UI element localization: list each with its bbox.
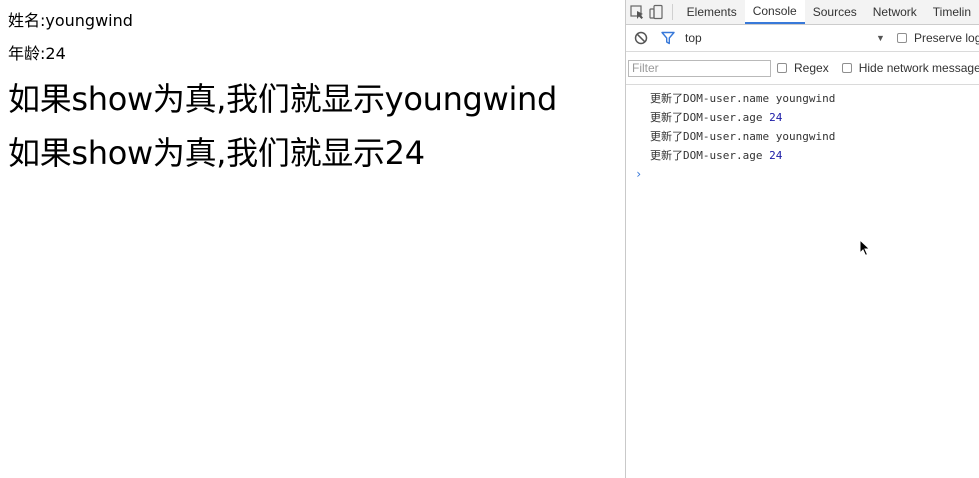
console-log-line: 更新了DOM-user.age 24 [626,146,979,165]
show-age-heading: 如果show为真,我们就显示24 [8,134,425,172]
filter-funnel-icon[interactable] [661,31,675,45]
devtools-tabbar: Elements Console Sources Network Timelin [626,0,979,25]
tab-console[interactable]: Console [744,0,805,24]
context-dropdown-arrow-icon[interactable]: ▼ [876,33,885,43]
preserve-log-option[interactable]: Preserve log [897,31,979,45]
regex-option[interactable]: Regex [777,61,829,75]
name-text: 姓名:youngwind [8,11,133,30]
age-text: 年龄:24 [8,44,66,63]
show-name-heading: 如果show为真,我们就显示youngwind [8,80,558,118]
console-log-line: 更新了DOM-user.name youngwind [626,127,979,146]
devtools-panel: Elements Console Sources Network Timelin… [625,0,979,478]
prompt-chevron-icon: › [635,167,643,181]
hide-network-option[interactable]: Hide network messages [841,61,979,75]
console-log-line: 更新了DOM-user.name youngwind [626,89,979,108]
console-toolbar: top ▼ Preserve log [626,25,979,52]
webpage-viewport: 姓名:youngwind 年龄:24 如果show为真,我们就显示youngwi… [0,0,625,478]
context-selector[interactable]: top [685,31,702,45]
log-number: 24 [769,111,783,124]
tab-elements[interactable]: Elements [679,0,745,24]
console-filter-bar: Regex Hide network messages [626,52,979,85]
mouse-pointer-icon [859,238,871,260]
tab-network[interactable]: Network [865,0,925,24]
log-text: 更新了DOM-user.age [650,111,770,124]
tab-timeline[interactable]: Timelin [925,0,979,24]
log-text: 更新了DOM-user.name youngwind [650,130,836,143]
clear-console-icon[interactable] [634,31,648,45]
device-toolbar-icon[interactable] [647,0,666,24]
log-number: 24 [769,149,783,162]
preserve-log-label: Preserve log [914,31,979,45]
console-output: 更新了DOM-user.name youngwind 更新了DOM-user.a… [626,85,979,257]
log-text: 更新了DOM-user.age [650,149,770,162]
log-text: 更新了DOM-user.name youngwind [650,92,836,105]
tab-separator [671,4,673,20]
hide-network-checkbox[interactable] [841,63,852,73]
filter-input[interactable] [628,59,771,77]
regex-checkbox[interactable] [777,63,787,73]
hide-network-label: Hide network messages [858,61,979,75]
screen: 姓名:youngwind 年龄:24 如果show为真,我们就显示youngwi… [0,0,979,478]
tab-sources[interactable]: Sources [805,0,865,24]
regex-label: Regex [794,61,829,75]
console-prompt[interactable]: › [626,165,979,184]
preserve-log-checkbox[interactable] [897,33,907,43]
inspect-element-icon[interactable] [628,0,647,24]
console-log-line: 更新了DOM-user.age 24 [626,108,979,127]
